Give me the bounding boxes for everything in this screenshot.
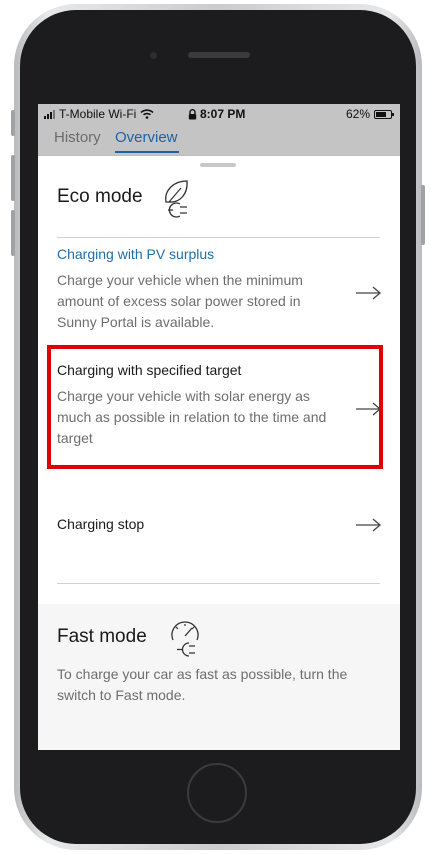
earpiece-speaker <box>188 52 250 58</box>
front-camera <box>150 52 157 59</box>
lock-icon <box>188 108 197 119</box>
clock: 8:07 PM <box>200 107 246 121</box>
home-button[interactable] <box>187 763 247 823</box>
battery-icon <box>374 109 394 119</box>
battery-percent: 62% <box>345 107 370 121</box>
leaf-plug-icon <box>165 180 188 218</box>
volume-up-button <box>11 155 15 201</box>
divider <box>57 237 380 238</box>
highlight-box <box>47 345 383 469</box>
option-title: Charging stop <box>57 516 145 532</box>
wifi-icon <box>140 109 154 119</box>
status-right: 62% <box>345 107 394 121</box>
signal-icon <box>44 109 55 119</box>
status-center: 8:07 PM <box>188 107 245 121</box>
eco-mode-title: Eco mode <box>57 186 143 207</box>
active-tab-indicator <box>115 151 179 153</box>
carrier-label: T-Mobile Wi-Fi <box>59 107 137 121</box>
app-screen: T-Mobile Wi-Fi 8:07 PM 62% History Overv… <box>38 104 400 750</box>
speedometer-plug-icon <box>171 621 199 657</box>
tab-bar: History Overview <box>38 124 400 156</box>
option-description: Charge your vehicle when the minimum amo… <box>57 272 303 330</box>
fast-mode-description: To charge your car as fast as possible, … <box>57 666 348 703</box>
status-bar: T-Mobile Wi-Fi 8:07 PM 62% <box>38 104 400 124</box>
tab-history[interactable]: History <box>54 129 101 146</box>
volume-down-button <box>11 210 15 256</box>
arrow-right-icon <box>356 286 381 300</box>
divider <box>57 583 380 584</box>
mute-switch <box>11 110 15 136</box>
power-button <box>421 185 425 245</box>
sheet-grabber-handle[interactable] <box>200 163 236 167</box>
tab-overview[interactable]: Overview <box>115 129 178 146</box>
fast-mode-section: Fast mode To charge your car as fast as … <box>38 604 400 750</box>
option-title: Charging with PV surplus <box>57 246 215 262</box>
arrow-right-icon <box>356 518 381 532</box>
status-left: T-Mobile Wi-Fi <box>44 107 154 121</box>
fast-mode-title: Fast mode <box>57 626 147 647</box>
